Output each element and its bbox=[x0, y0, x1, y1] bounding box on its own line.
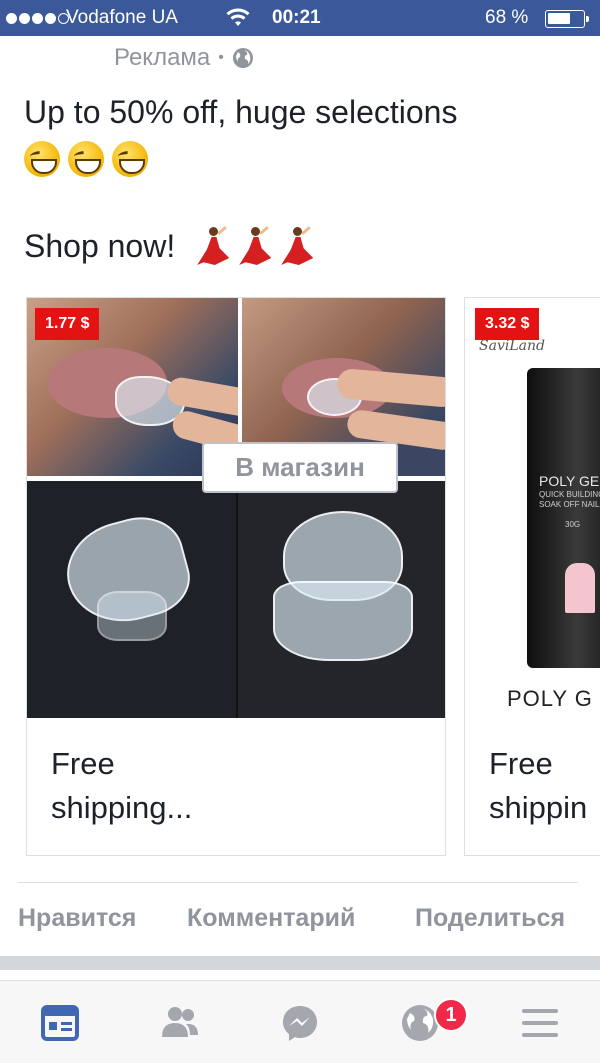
shop-button[interactable]: В магазин bbox=[202, 442, 398, 493]
flamenco-dancer-emoji bbox=[193, 225, 231, 267]
carousel-card-mouth-trainer[interactable]: 1.77 $ Free shipping... bbox=[26, 297, 446, 856]
carrier-name: Vodafone UA bbox=[66, 7, 178, 28]
messenger-icon bbox=[283, 1006, 317, 1041]
like-button[interactable]: Нравится bbox=[18, 904, 136, 933]
product-sub: QUICK BUILDING SOAK OFF NAIL GEL bbox=[539, 490, 600, 509]
card-title: Free shipping... bbox=[51, 742, 221, 830]
news-feed-tab[interactable] bbox=[40, 1003, 80, 1043]
post-text: Up to 50% off, huge selections Shop now! bbox=[24, 88, 584, 270]
card-title-text: Free shippin bbox=[489, 746, 588, 825]
grinning-face-emoji bbox=[24, 141, 60, 177]
status-bar: Vodafone UA 00:21 68 % bbox=[0, 0, 600, 36]
post-headline: Up to 50% off, huge selections bbox=[24, 94, 458, 130]
price-tag: 1.77 $ bbox=[35, 308, 100, 340]
emoji-row bbox=[24, 136, 584, 182]
clock: 00:21 bbox=[272, 7, 321, 28]
carousel-card-poly-gel[interactable]: SaviLand POLY GEL QUICK BUILDING SOAK OF… bbox=[464, 297, 600, 856]
feed-separator bbox=[0, 956, 600, 970]
sponsored-text: Реклама bbox=[114, 44, 211, 71]
price-tag: 3.32 $ bbox=[475, 308, 540, 340]
divider bbox=[18, 882, 578, 883]
wifi-icon bbox=[226, 8, 250, 26]
comment-button[interactable]: Комментарий bbox=[187, 904, 355, 933]
product-weight: 30G bbox=[565, 520, 581, 529]
menu-tab[interactable] bbox=[520, 1003, 560, 1043]
card-title: Free shippin bbox=[489, 742, 600, 830]
brand-logo: SaviLand bbox=[479, 338, 545, 354]
product-image[interactable]: SaviLand POLY GEL QUICK BUILDING SOAK OF… bbox=[465, 298, 600, 718]
shop-now-line: Shop now! bbox=[24, 222, 584, 270]
signal-strength-icon bbox=[6, 13, 69, 24]
product-caption: POLY G bbox=[507, 686, 593, 711]
messenger-tab[interactable] bbox=[280, 1003, 320, 1043]
card-footer: Free shipping... bbox=[27, 718, 445, 855]
friends-icon bbox=[162, 1007, 198, 1037]
product-photo-4 bbox=[238, 481, 445, 718]
battery-icon bbox=[545, 10, 589, 28]
product-label: POLY GEL bbox=[539, 473, 600, 489]
card-title-text: Free shipping... bbox=[51, 746, 193, 825]
dancer-emojis bbox=[193, 225, 315, 267]
product-image[interactable]: 1.77 $ bbox=[27, 298, 445, 718]
notification-badge: 1 bbox=[434, 998, 468, 1032]
news-feed-icon bbox=[41, 1005, 79, 1041]
battery-percent: 68 % bbox=[485, 7, 529, 28]
flamenco-dancer-emoji bbox=[277, 225, 315, 267]
grinning-face-emoji bbox=[68, 141, 104, 177]
shop-now-text: Shop now! bbox=[24, 228, 176, 264]
separator-dot: • bbox=[218, 49, 224, 66]
product-photo-3 bbox=[27, 481, 236, 718]
globe-icon bbox=[232, 48, 253, 68]
grinning-face-emoji bbox=[112, 141, 148, 177]
menu-icon bbox=[522, 1009, 558, 1037]
sponsored-label: Реклама • bbox=[114, 44, 254, 72]
gel-tube bbox=[527, 368, 600, 668]
share-button[interactable]: Поделиться bbox=[415, 904, 565, 933]
card-footer: Free shippin bbox=[465, 718, 600, 855]
friends-tab[interactable] bbox=[160, 1003, 200, 1043]
tab-bar bbox=[0, 980, 600, 1063]
color-swatch bbox=[565, 563, 595, 613]
flamenco-dancer-emoji bbox=[235, 225, 273, 267]
